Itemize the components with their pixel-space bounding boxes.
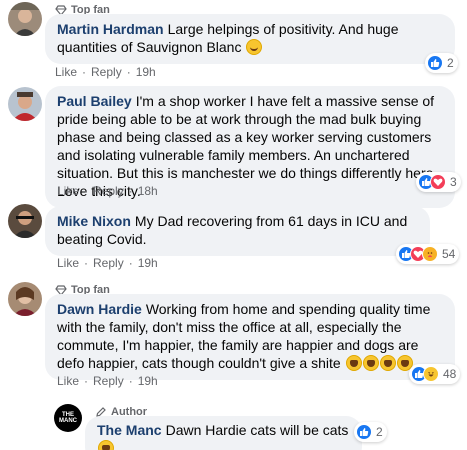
comment-actions: Like · Reply · 19h: [55, 65, 156, 79]
haha-reaction-icon: [423, 366, 439, 382]
comment-bubble: Mike Nixon My Dad recovering from 61 days…: [45, 206, 430, 256]
laughing-face-emoji-icon: [362, 355, 379, 371]
like-link[interactable]: Like: [57, 374, 79, 388]
reaction-count: 48: [443, 367, 457, 381]
comment-bubble: Martin Hardman Large helpings of positivi…: [45, 14, 455, 64]
comment-actions: Like · Reply · 18h: [57, 184, 158, 198]
profile-photo-icon: [8, 282, 42, 316]
reaction-count: 2: [447, 56, 454, 70]
comment-martin-hardman: Top fan Martin Hardman Large helpings of …: [0, 0, 467, 80]
comment-bubble: The Manc Dawn Hardie cats will be cats: [85, 416, 362, 450]
reaction-count: 2: [376, 425, 383, 439]
comment-text: Dawn Hardie cats will be cats: [165, 422, 349, 438]
timestamp[interactable]: 18h: [138, 184, 158, 198]
like-reaction-icon: [356, 424, 372, 440]
smiling-face-emoji-icon: [246, 39, 263, 55]
reply-link[interactable]: Reply: [93, 184, 124, 198]
profile-photo-icon: [8, 87, 42, 121]
comment-actions: Like · Reply · 19h: [57, 374, 158, 388]
comment-dawn-hardie: Top fan Dawn Hardie Working from home and…: [0, 280, 467, 392]
reaction-summary[interactable]: 2: [354, 422, 387, 442]
avatar[interactable]: [8, 87, 42, 121]
reply-link[interactable]: Reply: [91, 65, 122, 79]
reaction-summary[interactable]: 48: [409, 364, 461, 384]
reply-link[interactable]: Reply: [93, 374, 124, 388]
reply-the-manc: THE MANC Author The Manc Dawn Hardie cats…: [0, 398, 467, 450]
avatar[interactable]: [8, 2, 42, 36]
laughing-face-emoji-icon: [379, 355, 396, 371]
the-manc-logo: THE MANC: [59, 412, 77, 424]
commenter-name[interactable]: Mike Nixon: [57, 213, 131, 229]
timestamp[interactable]: 19h: [138, 374, 158, 388]
like-link[interactable]: Like: [57, 256, 79, 270]
laughing-face-emoji-icon: [98, 440, 114, 450]
profile-photo-icon: [8, 204, 42, 238]
comment-mike-nixon: Mike Nixon My Dad recovering from 61 days…: [0, 202, 467, 272]
comment-bubble: Dawn Hardie Working from home and spendin…: [45, 294, 455, 380]
commenter-name[interactable]: The Manc: [97, 422, 162, 438]
like-reaction-icon: [427, 55, 443, 71]
reaction-count: 54: [442, 247, 456, 261]
timestamp[interactable]: 19h: [136, 65, 156, 79]
reply-link[interactable]: Reply: [93, 256, 124, 270]
reaction-summary[interactable]: 3: [416, 172, 461, 192]
avatar[interactable]: [8, 282, 42, 316]
timestamp[interactable]: 19h: [138, 256, 158, 270]
comment-actions: Like · Reply · 19h: [57, 256, 158, 270]
like-link[interactable]: Like: [57, 184, 79, 198]
commenter-name[interactable]: Martin Hardman: [57, 21, 164, 37]
profile-photo-icon: [8, 2, 42, 36]
reaction-summary[interactable]: 54: [396, 244, 460, 264]
care-reaction-icon: [422, 246, 438, 262]
love-reaction-icon: [430, 174, 446, 190]
avatar[interactable]: THE MANC: [54, 404, 82, 432]
reaction-count: 3: [450, 175, 457, 189]
comment-paul-bailey: Paul Bailey I'm a shop worker I have felt…: [0, 84, 467, 208]
commenter-name[interactable]: Dawn Hardie: [57, 301, 142, 317]
reaction-summary[interactable]: 2: [425, 53, 458, 73]
avatar[interactable]: [8, 204, 42, 238]
laughing-face-emoji-icon: [345, 355, 362, 371]
commenter-name[interactable]: Paul Bailey: [57, 93, 132, 109]
like-link[interactable]: Like: [55, 65, 77, 79]
